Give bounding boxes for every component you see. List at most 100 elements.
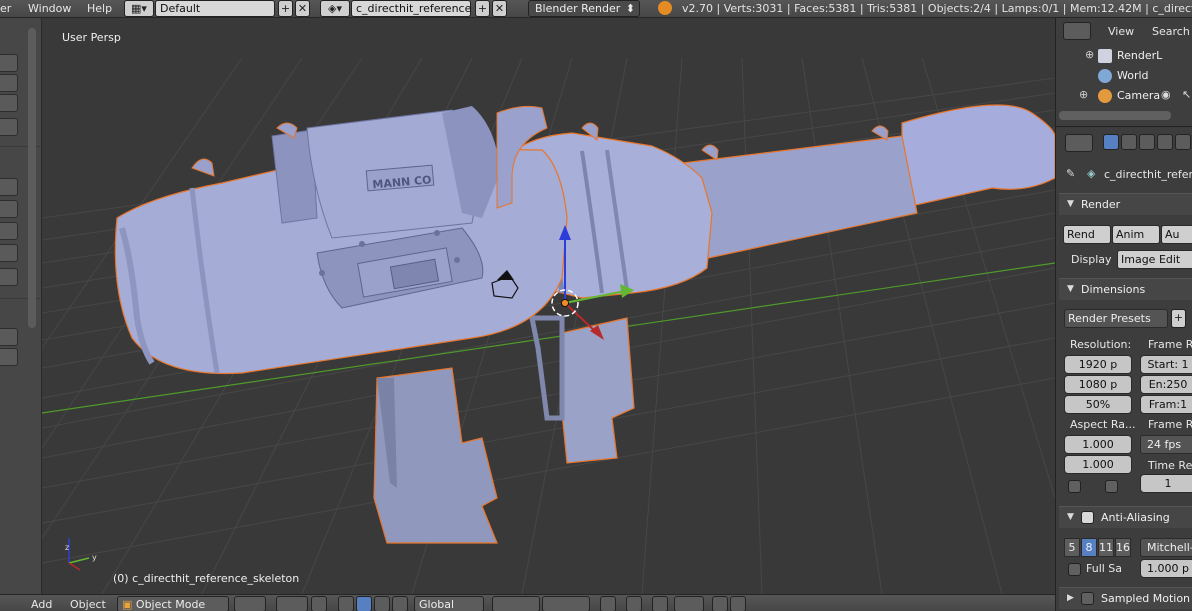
layers-grid[interactable] (542, 596, 590, 611)
scene-field[interactable]: c_directhit_reference (351, 0, 471, 17)
filter-size-field[interactable]: 1.000 p (1140, 559, 1192, 578)
lock-icon[interactable] (600, 596, 616, 611)
layers-toggle-icon[interactable] (311, 596, 327, 611)
tool-button[interactable] (0, 74, 18, 92)
resolution-y-field[interactable]: 1080 p (1064, 375, 1132, 394)
add-preset-icon[interactable]: + (1171, 309, 1186, 328)
outliner-item-camera[interactable]: ⊕ Camera ◉ ↖ (1056, 86, 1192, 106)
render-presets-select[interactable]: Render Presets (1064, 309, 1168, 328)
aspect-y-field[interactable]: 1.000 (1064, 455, 1132, 474)
mode-label: Object Mode (135, 598, 206, 611)
editor-type-icon[interactable] (1063, 22, 1091, 40)
translate-icon[interactable] (356, 596, 372, 611)
outliner-search-menu[interactable]: Search (1152, 25, 1190, 38)
proportional-edit-icon[interactable] (626, 596, 642, 611)
tool-button[interactable] (0, 94, 18, 112)
tool-button[interactable] (0, 244, 18, 262)
tool-button[interactable] (0, 328, 18, 346)
resolution-percentage-field[interactable]: 50% (1064, 395, 1132, 414)
3d-viewport[interactable]: MANN CO z y User Persp (0) c_directhit_r… (42, 18, 1055, 594)
aa-samples-16[interactable]: 16 (1115, 538, 1131, 557)
rocket-launcher-model[interactable]: MANN CO (114, 104, 1055, 544)
pivot-point-icon[interactable] (276, 596, 308, 611)
scene-icon[interactable]: ◈▾ (320, 0, 350, 17)
menu-help[interactable]: Help (87, 2, 112, 15)
tool-button[interactable] (0, 54, 18, 72)
render-image-icon[interactable] (712, 596, 728, 611)
screen-layout-field[interactable]: Default (155, 0, 275, 17)
render-still-button[interactable]: Rend (1063, 225, 1111, 244)
render-anim-icon[interactable] (730, 596, 746, 611)
render-engine-select[interactable]: Blender Render ⬍ (528, 0, 640, 17)
aa-samples-11[interactable]: 11 (1098, 538, 1114, 557)
sampled-motion-checkbox[interactable] (1081, 592, 1094, 605)
outliner-scrollbar[interactable] (1059, 111, 1171, 120)
menu-object[interactable]: Object (70, 598, 106, 611)
presets-label: Render Presets (1068, 312, 1151, 325)
render-animation-button[interactable]: Anim (1112, 225, 1160, 244)
orientation-select[interactable]: Global (414, 596, 484, 611)
manipulator-toggle-icon[interactable] (338, 596, 354, 611)
outliner-item-label: World (1117, 69, 1149, 82)
outliner-view-menu[interactable]: View (1108, 25, 1134, 38)
anti-aliasing-panel-header[interactable]: ▼ Anti-Aliasing (1059, 506, 1192, 528)
render-panel-header[interactable]: ▼ Render (1059, 193, 1192, 215)
outliner-item-renderlayers[interactable]: ⊕ RenderL (1056, 46, 1192, 66)
dimensions-panel-header[interactable]: ▼ Dimensions (1059, 278, 1192, 300)
viewport-shading-icon[interactable] (234, 596, 266, 611)
add-screen-icon[interactable]: + (278, 0, 293, 17)
display-select[interactable]: Image Edit (1117, 250, 1192, 269)
pin-icon[interactable]: ✎ (1066, 167, 1075, 180)
snap-element-icon[interactable] (674, 596, 704, 611)
sampled-motion-panel-header[interactable]: ▶ Sampled Motion (1059, 587, 1192, 609)
scene-tab-icon[interactable] (1139, 134, 1155, 150)
aspect-x-field[interactable]: 1.000 (1064, 435, 1132, 454)
mode-select[interactable]: ▣ Object Mode (117, 596, 229, 611)
tool-shelf-scrollbar[interactable] (28, 28, 36, 328)
layers-grid[interactable] (492, 596, 540, 611)
remove-screen-icon[interactable]: ✕ (295, 0, 310, 17)
frame-step-field[interactable]: Fram:1 (1140, 395, 1192, 414)
scale-icon[interactable] (392, 596, 408, 611)
menu-add[interactable]: Add (31, 598, 52, 611)
aa-filter-select[interactable]: Mitchell- (1140, 538, 1192, 557)
anti-aliasing-checkbox[interactable] (1081, 511, 1094, 524)
orientation-label: Global (419, 598, 455, 611)
full-sample-checkbox[interactable] (1068, 563, 1081, 576)
time-remap-field[interactable]: 1 (1140, 474, 1192, 493)
frame-start-field[interactable]: Start: 1 (1140, 355, 1192, 374)
render-layers-tab-icon[interactable] (1121, 134, 1137, 150)
outliner-item-world[interactable]: World (1056, 66, 1192, 86)
editor-type-icon[interactable] (1065, 134, 1093, 152)
render-audio-button[interactable]: Au (1161, 225, 1192, 244)
menu-window[interactable]: Window (28, 2, 71, 15)
expand-icon[interactable]: ⊕ (1079, 88, 1088, 101)
tool-button[interactable] (0, 200, 18, 218)
expand-icon[interactable]: ⊕ (1085, 48, 1094, 61)
world-tab-icon[interactable] (1157, 134, 1173, 150)
resolution-x-field[interactable]: 1920 p (1064, 355, 1132, 374)
snap-icon[interactable] (652, 596, 668, 611)
frame-end-field[interactable]: En:250 (1140, 375, 1192, 394)
tool-button[interactable] (0, 268, 18, 286)
aa-samples-5[interactable]: 5 (1064, 538, 1080, 557)
menu-render[interactable]: er (0, 2, 11, 15)
remove-scene-icon[interactable]: ✕ (492, 0, 507, 17)
tool-button[interactable] (0, 222, 18, 240)
tool-button[interactable] (0, 348, 18, 366)
render-tab-icon[interactable] (1103, 134, 1119, 150)
cube-icon: ▣ (122, 598, 133, 611)
fps-select[interactable]: 24 fps (1140, 435, 1192, 454)
tool-button[interactable] (0, 178, 18, 196)
add-scene-icon[interactable]: + (475, 0, 490, 17)
crop-checkbox[interactable] (1105, 480, 1118, 493)
visibility-eye-icon[interactable]: ◉ (1161, 88, 1171, 101)
border-checkbox[interactable] (1068, 480, 1081, 493)
outliner-item-label: RenderL (1117, 49, 1163, 62)
aa-samples-8[interactable]: 8 (1081, 538, 1097, 557)
panel-title: Dimensions (1081, 283, 1146, 296)
object-tab-icon[interactable] (1175, 134, 1191, 150)
screen-layout-icon[interactable]: ▦▾ (124, 0, 154, 17)
tool-button[interactable] (0, 118, 18, 136)
rotate-icon[interactable] (374, 596, 390, 611)
